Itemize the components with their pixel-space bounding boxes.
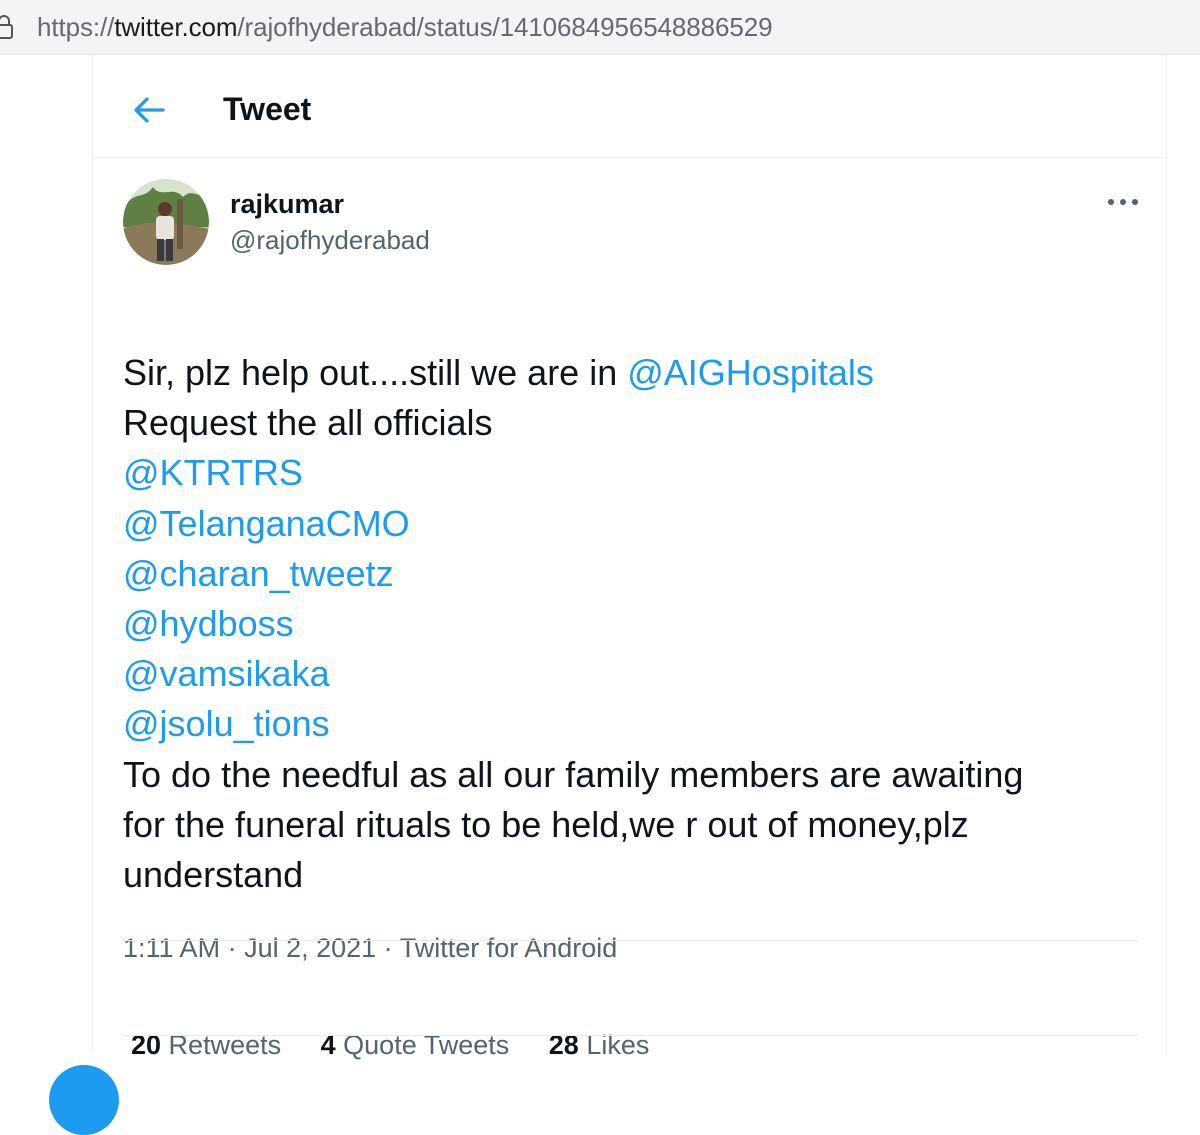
tweet-line: To do the needful as all our family memb… [123, 753, 1024, 795]
url-host: twitter.com [114, 12, 238, 42]
engagement-stats: 20 Retweets 4 Quote Tweets 28 Likes [131, 1027, 681, 1063]
tweet-source[interactable]: Twitter for Android [400, 933, 618, 963]
address-url[interactable]: https://twitter.com/rajofhyderabad/statu… [37, 10, 773, 44]
author-handle[interactable]: @rajofhyderabad [230, 223, 430, 257]
likes-stat[interactable]: 28 Likes [549, 1027, 650, 1063]
url-scheme: https:// [37, 12, 115, 42]
mention-link[interactable]: @charan_tweetz [123, 549, 1133, 599]
tweet-line: Sir, plz help out....still we are in @AI… [123, 348, 1133, 398]
avatar[interactable] [123, 179, 209, 265]
retweets-stat[interactable]: 20 Retweets [131, 1027, 281, 1063]
divider [123, 1035, 1138, 1036]
tweet-time[interactable]: 1:11 AM [123, 933, 220, 963]
tweet-detail-column: Tweet rajkumar @rajofhyderabad Sir, plz … [49, 55, 1167, 1135]
divider [123, 940, 1138, 941]
page-header: Tweet [93, 55, 1166, 158]
arrow-left-icon[interactable] [127, 88, 171, 132]
url-path: /rajofhyderabad/status/14106849565488865… [237, 12, 773, 42]
more-horizontal-icon[interactable] [1103, 187, 1143, 217]
compose-fab[interactable] [49, 1065, 119, 1135]
tweet-date[interactable]: Jul 2, 2021 [244, 933, 376, 963]
mention-link[interactable]: @hydboss [123, 599, 1133, 649]
tweet-line: understand [123, 854, 304, 896]
meta-separator: · [220, 933, 245, 963]
mention-link[interactable]: @jsolu_tions [123, 699, 1133, 749]
tweet-text-span: Sir, plz help out....still we are in [123, 352, 628, 393]
tweet-line: Request the all officials [123, 402, 493, 444]
quote-tweets-stat[interactable]: 4 Quote Tweets [321, 1027, 510, 1063]
mention-link[interactable]: @KTRTRS [123, 448, 1133, 498]
mention-link[interactable]: @AIGHospitals [627, 352, 874, 393]
meta-separator: · [376, 933, 400, 963]
browser-address-bar[interactable]: https://twitter.com/rajofhyderabad/statu… [0, 0, 1200, 55]
mention-link[interactable]: @TelanganaCMO [123, 499, 1133, 549]
tweet-metadata: 1:11 AM · Jul 2, 2021 · Twitter for Andr… [123, 930, 617, 966]
mention-link[interactable]: @vamsikaka [123, 649, 1133, 699]
tweet-text: Sir, plz help out....still we are in @AI… [123, 348, 1133, 900]
author-name[interactable]: rajkumar [230, 187, 344, 221]
page-title: Tweet [223, 91, 312, 127]
tweet-line: for the funeral rituals to be held,we r … [123, 803, 969, 845]
lock-icon [0, 15, 13, 39]
